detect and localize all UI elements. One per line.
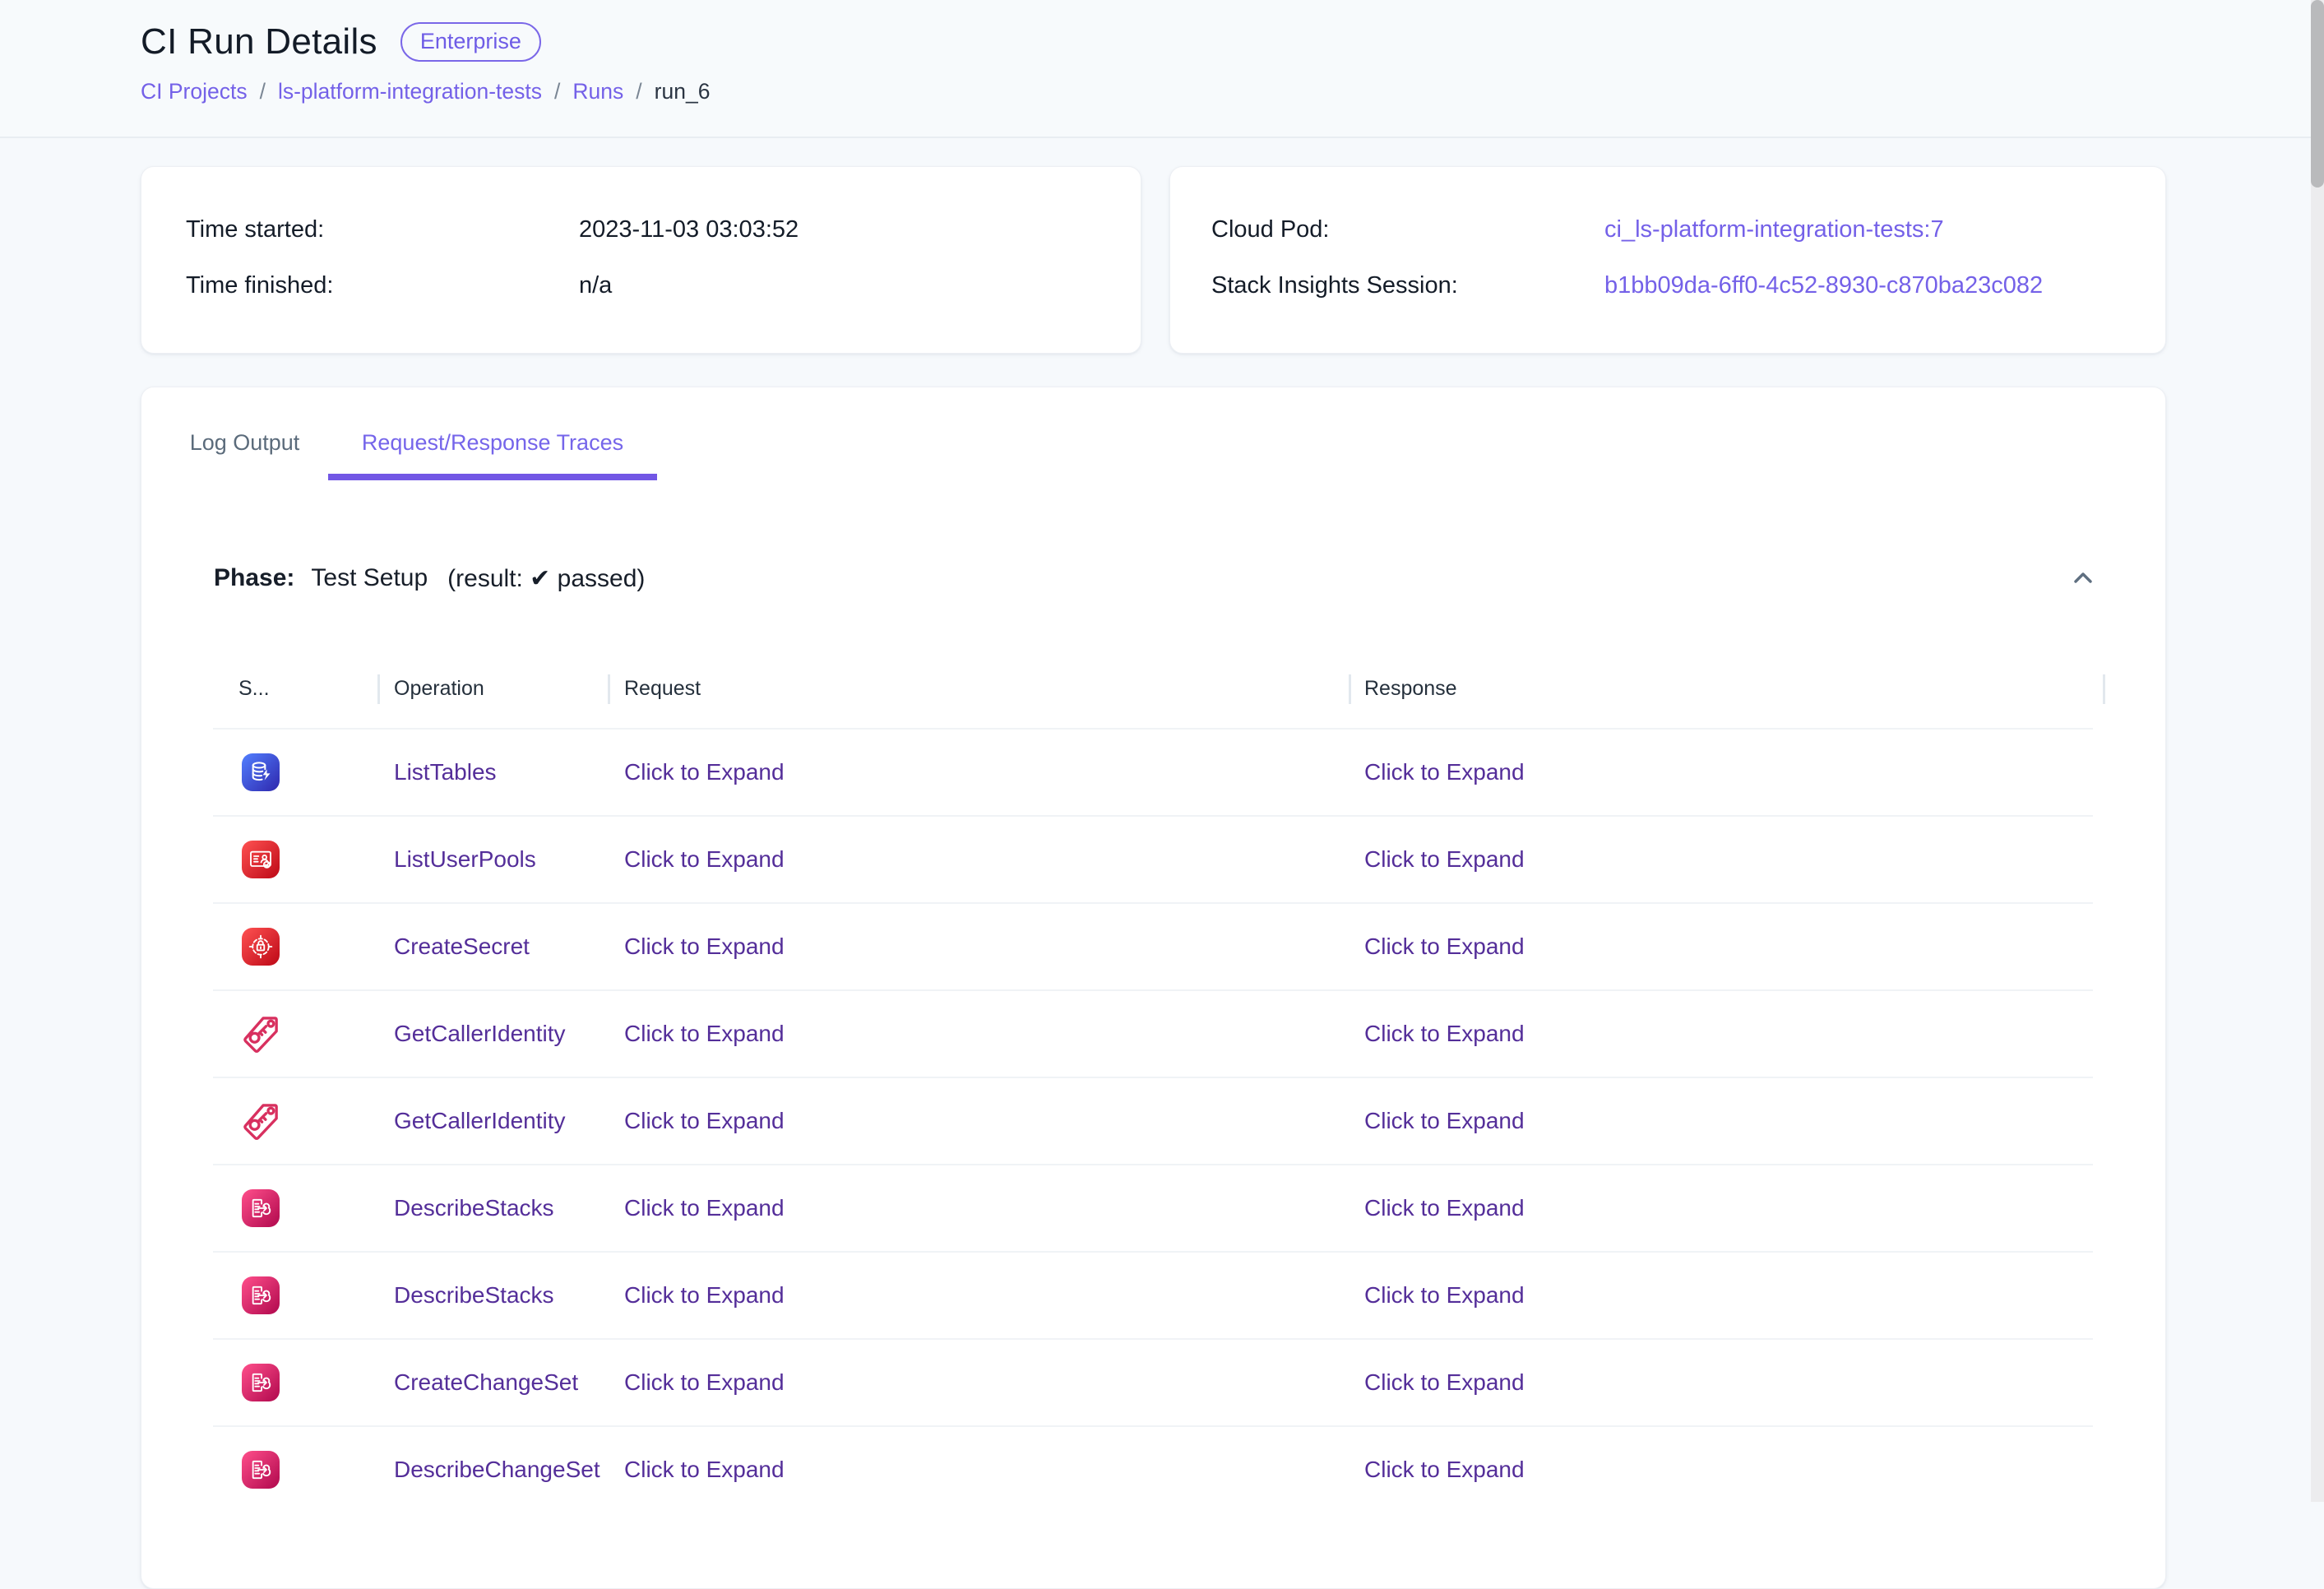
cognito-icon — [242, 841, 280, 878]
cloud-pod-link[interactable]: ci_ls-platform-integration-tests:7 — [1604, 215, 1944, 244]
breadcrumb-separator: / — [554, 79, 560, 104]
cloudformation-icon — [242, 1364, 280, 1401]
operation-name: GetCallerIdentity — [394, 1021, 566, 1047]
response-expand-link[interactable]: Click to Expand — [1364, 1195, 1525, 1221]
response-expand-link[interactable]: Click to Expand — [1364, 759, 1525, 785]
operation-name: CreateChangeSet — [394, 1369, 578, 1396]
response-expand-link[interactable]: Click to Expand — [1364, 1457, 1525, 1482]
request-expand-link[interactable]: Click to Expand — [624, 1369, 785, 1395]
session-card: Cloud Pod: ci_ls-platform-integration-te… — [1169, 166, 2166, 354]
stack-insights-session-link[interactable]: b1bb09da-6ff0-4c52-8930-c870ba23c082 — [1604, 271, 2043, 300]
table-row: CreateChangeSet Click to Expand Click to… — [213, 1340, 2093, 1427]
column-header-request: Request — [624, 674, 701, 703]
breadcrumb: CI Projects / ls-platform-integration-te… — [141, 79, 710, 104]
secrets-manager-icon — [242, 928, 280, 966]
chevron-up-icon — [2066, 561, 2100, 595]
table-row: ListTables Click to Expand Click to Expa… — [213, 730, 2093, 817]
phase-result: (result: ✔ passed) — [447, 564, 645, 593]
stack-insights-session-label: Stack Insights Session: — [1211, 271, 1458, 300]
request-expand-link[interactable]: Click to Expand — [624, 1457, 785, 1482]
phase-header: Phase: Test Setup (result: ✔ passed) — [214, 554, 645, 603]
request-expand-link[interactable]: Click to Expand — [624, 846, 785, 872]
sts-key-tag-icon — [238, 1012, 283, 1056]
column-header-operation: Operation — [394, 674, 484, 703]
breadcrumb-ci-projects[interactable]: CI Projects — [141, 79, 248, 104]
tab-log-output[interactable]: Log Output — [164, 417, 326, 468]
table-row: GetCallerIdentity Click to Expand Click … — [213, 1078, 2093, 1165]
time-finished-value: n/a — [579, 271, 612, 300]
table-row: ListUserPools Click to Expand Click to E… — [213, 817, 2093, 904]
breadcrumb-runs[interactable]: Runs — [572, 79, 623, 104]
time-started-label: Time started: — [186, 215, 324, 244]
breadcrumb-separator: / — [260, 79, 266, 104]
table-row: DescribeStacks Click to Expand Click to … — [213, 1165, 2093, 1253]
time-started-value: 2023-11-03 03:03:52 — [579, 215, 799, 244]
operation-name: GetCallerIdentity — [394, 1108, 566, 1134]
breadcrumb-current-run: run_6 — [655, 79, 711, 104]
table-row: DescribeStacks Click to Expand Click to … — [213, 1253, 2093, 1340]
operation-name: DescribeChangeSet — [394, 1457, 600, 1483]
operation-name: DescribeStacks — [394, 1195, 554, 1221]
request-expand-link[interactable]: Click to Expand — [624, 1195, 785, 1221]
phase-name: Test Setup — [311, 564, 428, 592]
page-header: CI Run Details Enterprise CI Projects / … — [0, 0, 2324, 138]
traces-card: Log Output Request/Response Traces Phase… — [141, 387, 2166, 1589]
page-scrollbar-thumb[interactable] — [2311, 0, 2324, 188]
operation-name: ListUserPools — [394, 846, 536, 873]
cloudformation-icon — [242, 1189, 280, 1227]
operation-name: ListTables — [394, 759, 497, 785]
column-divider[interactable] — [377, 674, 380, 704]
request-expand-link[interactable]: Click to Expand — [624, 1282, 785, 1308]
traces-table: ListTables Click to Expand Click to Expa… — [213, 728, 2093, 1513]
column-divider[interactable] — [2103, 674, 2105, 704]
page-scrollbar-track[interactable] — [2311, 0, 2324, 1502]
request-expand-link[interactable]: Click to Expand — [624, 933, 785, 959]
phase-label: Phase: — [214, 564, 294, 592]
column-divider[interactable] — [608, 674, 610, 704]
breadcrumb-separator: / — [636, 79, 641, 104]
response-expand-link[interactable]: Click to Expand — [1364, 1021, 1525, 1046]
page-title: CI Run Details — [141, 21, 377, 63]
request-expand-link[interactable]: Click to Expand — [624, 1108, 785, 1133]
operation-name: DescribeStacks — [394, 1282, 554, 1309]
cloud-pod-label: Cloud Pod: — [1211, 215, 1330, 244]
response-expand-link[interactable]: Click to Expand — [1364, 1282, 1525, 1308]
active-tab-indicator — [328, 474, 657, 480]
cloudformation-icon — [242, 1276, 280, 1314]
response-expand-link[interactable]: Click to Expand — [1364, 933, 1525, 959]
response-expand-link[interactable]: Click to Expand — [1364, 1369, 1525, 1395]
sts-key-tag-icon — [238, 1099, 283, 1143]
column-header-service: S... — [238, 674, 270, 703]
run-times-card: Time started: 2023-11-03 03:03:52 Time f… — [141, 166, 1141, 354]
tab-request-response-traces[interactable]: Request/Response Traces — [328, 417, 657, 468]
column-header-response: Response — [1364, 674, 1457, 703]
collapse-phase-button[interactable] — [2058, 553, 2109, 604]
enterprise-badge: Enterprise — [400, 22, 541, 62]
operation-name: CreateSecret — [394, 933, 530, 960]
request-expand-link[interactable]: Click to Expand — [624, 1021, 785, 1046]
cloudformation-icon — [242, 1451, 280, 1489]
response-expand-link[interactable]: Click to Expand — [1364, 1108, 1525, 1133]
request-expand-link[interactable]: Click to Expand — [624, 759, 785, 785]
dynamodb-icon — [242, 753, 280, 791]
time-finished-label: Time finished: — [186, 271, 333, 300]
column-divider[interactable] — [1349, 674, 1351, 704]
table-row: DescribeChangeSet Click to Expand Click … — [213, 1427, 2093, 1513]
table-row: CreateSecret Click to Expand Click to Ex… — [213, 904, 2093, 991]
response-expand-link[interactable]: Click to Expand — [1364, 846, 1525, 872]
table-row: GetCallerIdentity Click to Expand Click … — [213, 991, 2093, 1078]
breadcrumb-project[interactable]: ls-platform-integration-tests — [278, 79, 542, 104]
